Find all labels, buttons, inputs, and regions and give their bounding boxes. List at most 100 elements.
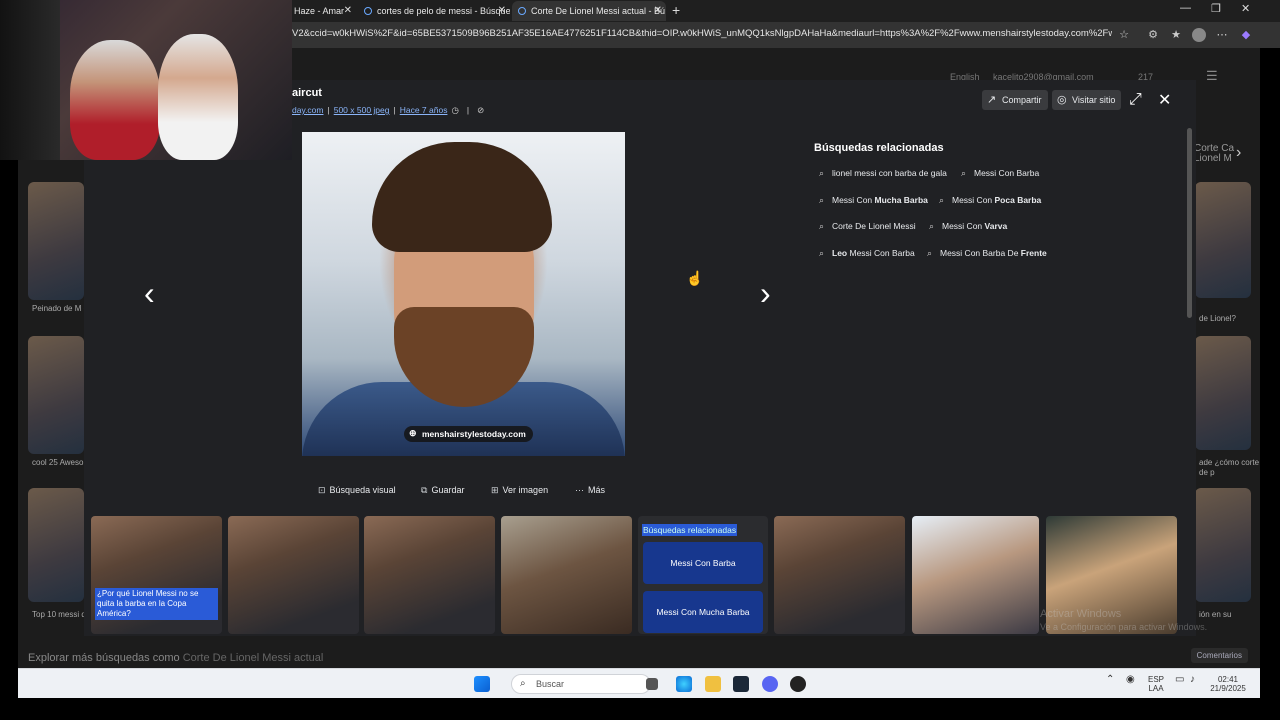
- close-viewer-icon[interactable]: ✕: [1158, 90, 1171, 110]
- image-size-link[interactable]: 500 x 500 jpeg: [334, 105, 390, 115]
- chip-text: Messi Con: [832, 195, 875, 205]
- star-icon[interactable]: ☆: [1117, 28, 1131, 42]
- tray-app-icon[interactable]: ◉: [1126, 675, 1135, 685]
- image-source-label: menshairstylestoday.com: [422, 429, 526, 439]
- close-tab-icon[interactable]: ✕: [498, 1, 506, 21]
- viewer-title: aircut: [292, 87, 322, 99]
- image-source-badge[interactable]: ⊕ menshairstylestoday.com: [404, 426, 533, 442]
- more-button[interactable]: ⋯ Más: [575, 485, 605, 496]
- related-chip[interactable]: ⌕ Leo Messi Con Barba: [819, 245, 915, 261]
- related-chip[interactable]: ⌕ Messi Con Barba: [961, 165, 1039, 181]
- taskbar-search[interactable]: ⌕ Buscar: [511, 674, 651, 694]
- network-icon[interactable]: ▭: [1175, 675, 1184, 685]
- strip-related-pill[interactable]: Messi Con Barba: [643, 542, 763, 584]
- explore-query[interactable]: Corte De Lionel Messi actual: [183, 652, 324, 664]
- next-image-icon[interactable]: ›: [760, 277, 771, 309]
- more-dots-icon: ⋯: [575, 485, 584, 495]
- image-age-link[interactable]: Hace 7 años: [400, 105, 448, 115]
- bg-result-thumb[interactable]: [28, 336, 84, 454]
- close-window-icon[interactable]: ✕: [1241, 2, 1250, 15]
- url-field[interactable]: V2&ccid=w0kHWiS%2F&id=65BE5371509B96B251…: [292, 28, 1112, 39]
- close-tab-icon[interactable]: ✕: [344, 1, 352, 21]
- language-indicator[interactable]: ESP LAA: [1148, 675, 1164, 693]
- strip-thumbnail[interactable]: ¿Por qué Lionel Messi no se quita la bar…: [91, 516, 222, 634]
- strip-related-title: Búsquedas relacionadas: [642, 524, 738, 536]
- viewer-scrollbar[interactable]: [1187, 128, 1192, 318]
- related-chip[interactable]: ⌕ Messi Con Poca Barba: [939, 192, 1041, 208]
- strip-thumbnail[interactable]: [228, 516, 359, 634]
- favorites-icon[interactable]: ★: [1169, 28, 1183, 42]
- explore-prefix: Explorar más búsquedas como: [28, 652, 180, 664]
- webcam-chair: [0, 0, 60, 160]
- clock[interactable]: 02:41 21/9/2025: [1208, 675, 1248, 693]
- share-button[interactable]: ↗ Compartir: [982, 90, 1048, 110]
- bg-result-thumb[interactable]: [1195, 182, 1251, 298]
- search-icon: ⌕: [961, 168, 967, 178]
- steam-icon[interactable]: [733, 676, 749, 692]
- search-icon: ⌕: [927, 248, 933, 258]
- save-icon: ⧉: [421, 485, 428, 495]
- volume-icon[interactable]: ♪: [1190, 675, 1195, 685]
- related-chip[interactable]: ⌕ lionel messi con barba de gala: [819, 165, 947, 181]
- save-label: Guardar: [431, 485, 465, 495]
- related-chip[interactable]: ⌕ Messi Con Varva: [929, 218, 1007, 234]
- profile-avatar-icon[interactable]: [1192, 28, 1206, 42]
- visit-site-button[interactable]: ◎ Visitar sitio: [1052, 90, 1122, 110]
- strip-thumbnail[interactable]: [774, 516, 905, 634]
- tab-haze[interactable]: Haze - Amar ✕: [288, 1, 356, 21]
- task-view-icon[interactable]: [646, 678, 658, 690]
- bg-result-thumb[interactable]: [28, 182, 84, 300]
- tray-chevron-icon[interactable]: ⌃: [1106, 675, 1114, 685]
- search-favicon-icon: [518, 7, 526, 15]
- strip-thumbnail[interactable]: [501, 516, 632, 634]
- strip-thumbnail[interactable]: [912, 516, 1039, 634]
- chip-text-bold: Leo: [832, 248, 848, 258]
- chip-text: Corte De Lionel Messi: [832, 221, 916, 231]
- save-button[interactable]: ⧉ Guardar: [421, 485, 464, 496]
- bg-result-thumb[interactable]: [28, 488, 84, 602]
- minimize-icon[interactable]: —: [1180, 2, 1191, 14]
- bg-result-thumb[interactable]: [1195, 336, 1251, 450]
- strip-related-pill[interactable]: Messi Con Mucha Barba: [643, 591, 763, 633]
- webcam-person-left: [70, 40, 160, 160]
- source-domain-link[interactable]: day.com: [292, 105, 324, 115]
- comments-button[interactable]: Comentarios: [1190, 648, 1248, 663]
- main-image[interactable]: [302, 132, 625, 456]
- visit-label: Visitar sitio: [1072, 95, 1116, 105]
- app-icon[interactable]: [790, 676, 806, 692]
- related-chip[interactable]: ⌕ Messi Con Barba De Frente: [927, 245, 1047, 261]
- tab-cortes-de-pelo[interactable]: cortes de pelo de messi - Búsque ✕: [358, 1, 510, 21]
- share-icon: ↗: [987, 94, 997, 106]
- clock-time: 02:41: [1217, 675, 1239, 684]
- related-chip[interactable]: ⌕ Corte De Lionel Messi: [819, 218, 916, 234]
- explore-more-link[interactable]: Explorar más búsquedas como Corte De Lio…: [28, 652, 323, 664]
- strip-caption: ¿Por qué Lionel Messi no se quita la bar…: [95, 588, 218, 620]
- search-icon: ⌕: [520, 678, 526, 689]
- copilot-icon[interactable]: ◆: [1239, 28, 1253, 42]
- expand-icon[interactable]: ⤢: [1129, 91, 1142, 109]
- tab-corte-de-lionel-messi[interactable]: Corte De Lionel Messi actual - Bú ✕: [512, 1, 666, 21]
- search-icon: ⌕: [819, 248, 825, 258]
- hamburger-menu-icon[interactable]: ☰: [1206, 68, 1218, 84]
- related-chip[interactable]: ⌕ Messi Con Mucha Barba: [819, 192, 928, 208]
- extension-icon[interactable]: ⚙: [1146, 28, 1160, 42]
- maximize-icon[interactable]: ❐: [1211, 2, 1221, 15]
- close-tab-icon[interactable]: ✕: [654, 1, 662, 21]
- search-icon: ⌕: [819, 195, 825, 205]
- edge-browser-icon[interactable]: [676, 676, 692, 692]
- windows-start-icon[interactable]: [474, 676, 490, 692]
- view-image-button[interactable]: ⊞ Ver imagen: [491, 485, 548, 496]
- lang-line2: LAA: [1148, 684, 1164, 693]
- previous-image-icon[interactable]: ‹: [144, 277, 155, 309]
- watermark-line1: Activar Windows: [1040, 608, 1122, 620]
- discord-icon[interactable]: [762, 676, 778, 692]
- info-icon[interactable]: ⊘: [477, 105, 484, 115]
- bg-result-thumb[interactable]: [1195, 488, 1251, 602]
- windows-taskbar: ⌕ Buscar ⌃ ◉ ESP LAA ▭ ♪ 02:41 21/9/2025: [18, 668, 1260, 698]
- visual-search-button[interactable]: ⊡ Búsqueda visual: [318, 485, 396, 496]
- file-explorer-icon[interactable]: [705, 676, 721, 692]
- chevron-right-icon[interactable]: ›: [1236, 144, 1241, 162]
- menu-dots-icon[interactable]: ⋯: [1215, 28, 1229, 42]
- strip-thumbnail[interactable]: [364, 516, 495, 634]
- new-tab-icon[interactable]: +: [672, 2, 680, 18]
